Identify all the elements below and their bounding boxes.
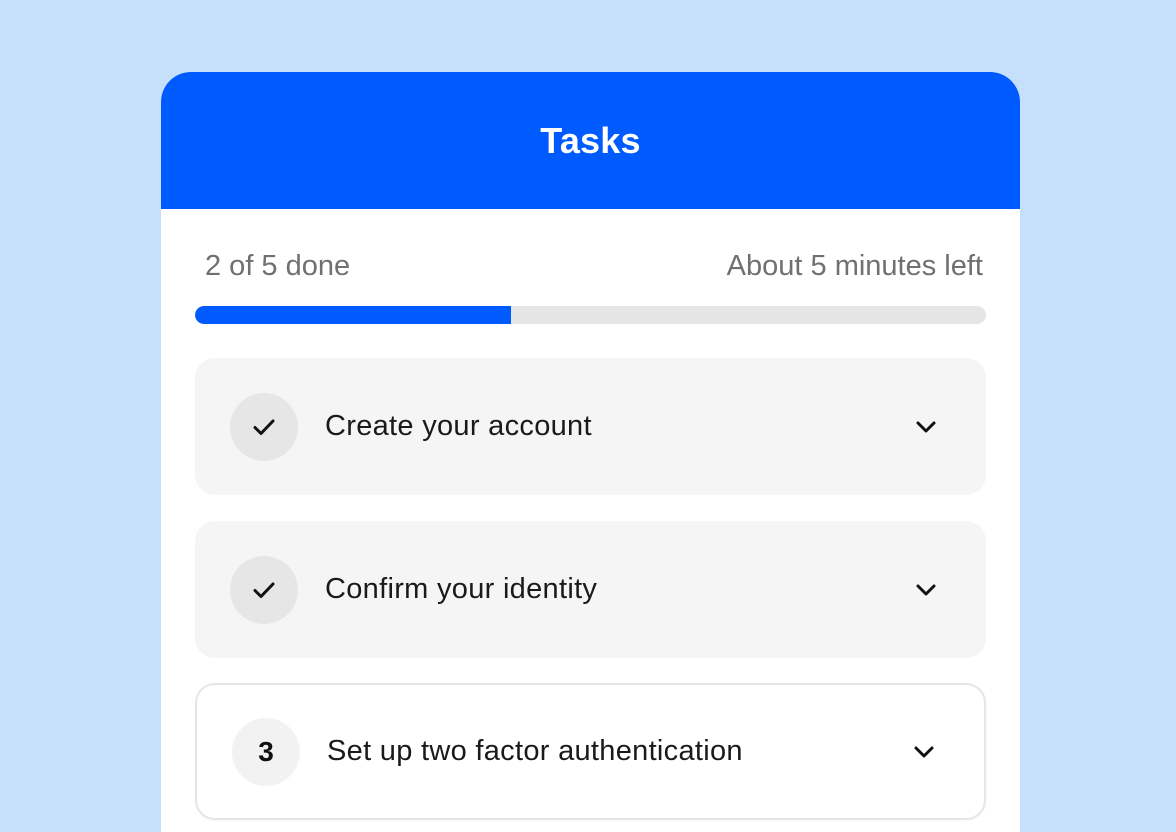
progress-bar [195, 306, 986, 324]
chevron-down-icon [914, 746, 934, 757]
tasks-panel: Tasks 2 of 5 done About 5 minutes left C… [161, 72, 1020, 832]
progress-bar-fill [195, 306, 512, 324]
task-status-badge [230, 392, 298, 461]
task-number-badge: 3 [232, 717, 300, 786]
expand-task-button[interactable] [904, 732, 944, 772]
page-title: Tasks [540, 119, 641, 161]
task-label: Create your account [325, 410, 592, 442]
task-label: Set up two factor authentication [327, 735, 743, 767]
progress-summary: 2 of 5 done About 5 minutes left [205, 250, 983, 283]
expand-task-button[interactable] [906, 407, 946, 447]
checkmark-icon [253, 419, 275, 435]
task-label: Confirm your identity [325, 573, 598, 605]
checkmark-icon [253, 582, 275, 598]
task-create-account[interactable]: Create your account [195, 358, 986, 495]
task-status-badge [230, 555, 298, 624]
expand-task-button[interactable] [906, 570, 946, 610]
time-remaining-text: About 5 minutes left [726, 250, 983, 282]
panel-header: Tasks [161, 72, 1020, 209]
chevron-down-icon [916, 421, 936, 432]
chevron-down-icon [916, 584, 936, 595]
task-two-factor-auth[interactable]: 3 Set up two factor authentication [195, 683, 986, 820]
progress-count-text: 2 of 5 done [205, 250, 351, 282]
task-step-number: 3 [258, 735, 274, 767]
task-confirm-identity[interactable]: Confirm your identity [195, 521, 986, 658]
